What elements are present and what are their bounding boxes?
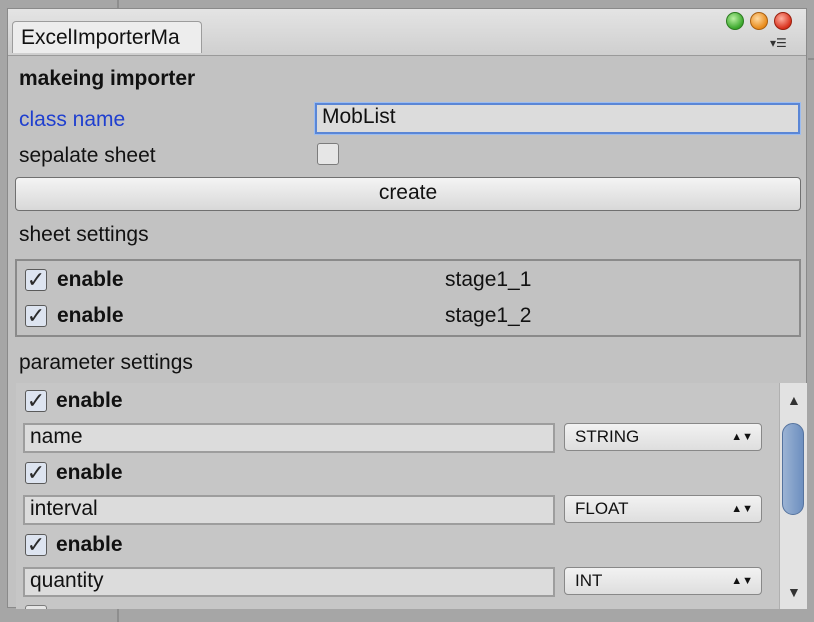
minimize-button[interactable] bbox=[750, 12, 768, 30]
create-button[interactable]: create bbox=[15, 177, 801, 211]
sheet-enable-checkbox[interactable]: ✓ bbox=[25, 269, 47, 291]
section-heading-importer: makeing importer bbox=[19, 67, 196, 90]
param-enable-label: enable bbox=[56, 533, 123, 556]
param-enable-label: enable bbox=[56, 461, 123, 484]
sheet-settings-box: ✓ enable stage1_1 ✓ enable stage1_2 bbox=[15, 259, 801, 337]
scroll-down-icon[interactable]: ▼ bbox=[787, 585, 801, 599]
parameter-list: ✓ enable name STRING ▲▼ ✓ enable interva… bbox=[16, 383, 806, 609]
param-type-select[interactable]: FLOAT ▲▼ bbox=[564, 495, 762, 523]
separate-sheet-checkbox[interactable] bbox=[317, 143, 339, 165]
param-enable-label: enable bbox=[56, 389, 123, 412]
sheet-settings-heading: sheet settings bbox=[19, 223, 149, 246]
background-divider-vertical-bottom bbox=[117, 608, 119, 622]
zoom-button[interactable] bbox=[726, 12, 744, 30]
param-enable-checkbox[interactable]: ✓ bbox=[25, 390, 47, 412]
scroll-thumb[interactable] bbox=[782, 423, 804, 515]
class-name-label: class name bbox=[19, 108, 126, 131]
param-type-select[interactable]: STRING ▲▼ bbox=[564, 423, 762, 451]
sheet-name: stage1_2 bbox=[445, 304, 532, 327]
window-tab[interactable]: ExcelImporterMa bbox=[12, 21, 202, 53]
parameter-scrollbar[interactable]: ▲ ▼ bbox=[779, 383, 807, 609]
select-arrows-icon: ▲▼ bbox=[731, 431, 753, 443]
select-arrows-icon: ▲▼ bbox=[731, 575, 753, 587]
select-arrows-icon: ▲▼ bbox=[731, 503, 753, 515]
parameter-settings-heading: parameter settings bbox=[19, 351, 193, 374]
param-name-input[interactable]: interval bbox=[23, 495, 555, 525]
sheet-name: stage1_1 bbox=[445, 268, 532, 291]
scroll-up-icon[interactable]: ▲ bbox=[787, 393, 801, 407]
param-name-input[interactable]: quantity bbox=[23, 567, 555, 597]
param-enable-checkbox[interactable]: ✓ bbox=[25, 534, 47, 556]
param-type-value: STRING bbox=[575, 427, 640, 446]
sheet-enable-label: enable bbox=[57, 304, 124, 327]
param-name-input[interactable]: name bbox=[23, 423, 555, 453]
background-divider-right bbox=[808, 58, 814, 60]
param-enable-checkbox-partial[interactable] bbox=[25, 605, 47, 609]
close-button[interactable] bbox=[774, 12, 792, 30]
list-menu-icon[interactable]: ▾☰ bbox=[770, 37, 787, 49]
param-type-select[interactable]: INT ▲▼ bbox=[564, 567, 762, 595]
param-type-value: FLOAT bbox=[575, 499, 629, 518]
sheet-enable-label: enable bbox=[57, 268, 124, 291]
title-bar: ExcelImporterMa ▾☰ bbox=[8, 9, 806, 56]
importer-window: ExcelImporterMa ▾☰ makeing importer clas… bbox=[7, 8, 807, 609]
background-divider-vertical bbox=[117, 0, 119, 8]
sheet-enable-checkbox[interactable]: ✓ bbox=[25, 305, 47, 327]
class-name-input[interactable]: MobList bbox=[315, 103, 800, 134]
separate-sheet-label: sepalate sheet bbox=[19, 144, 156, 167]
param-enable-checkbox[interactable]: ✓ bbox=[25, 462, 47, 484]
param-type-value: INT bbox=[575, 571, 603, 590]
